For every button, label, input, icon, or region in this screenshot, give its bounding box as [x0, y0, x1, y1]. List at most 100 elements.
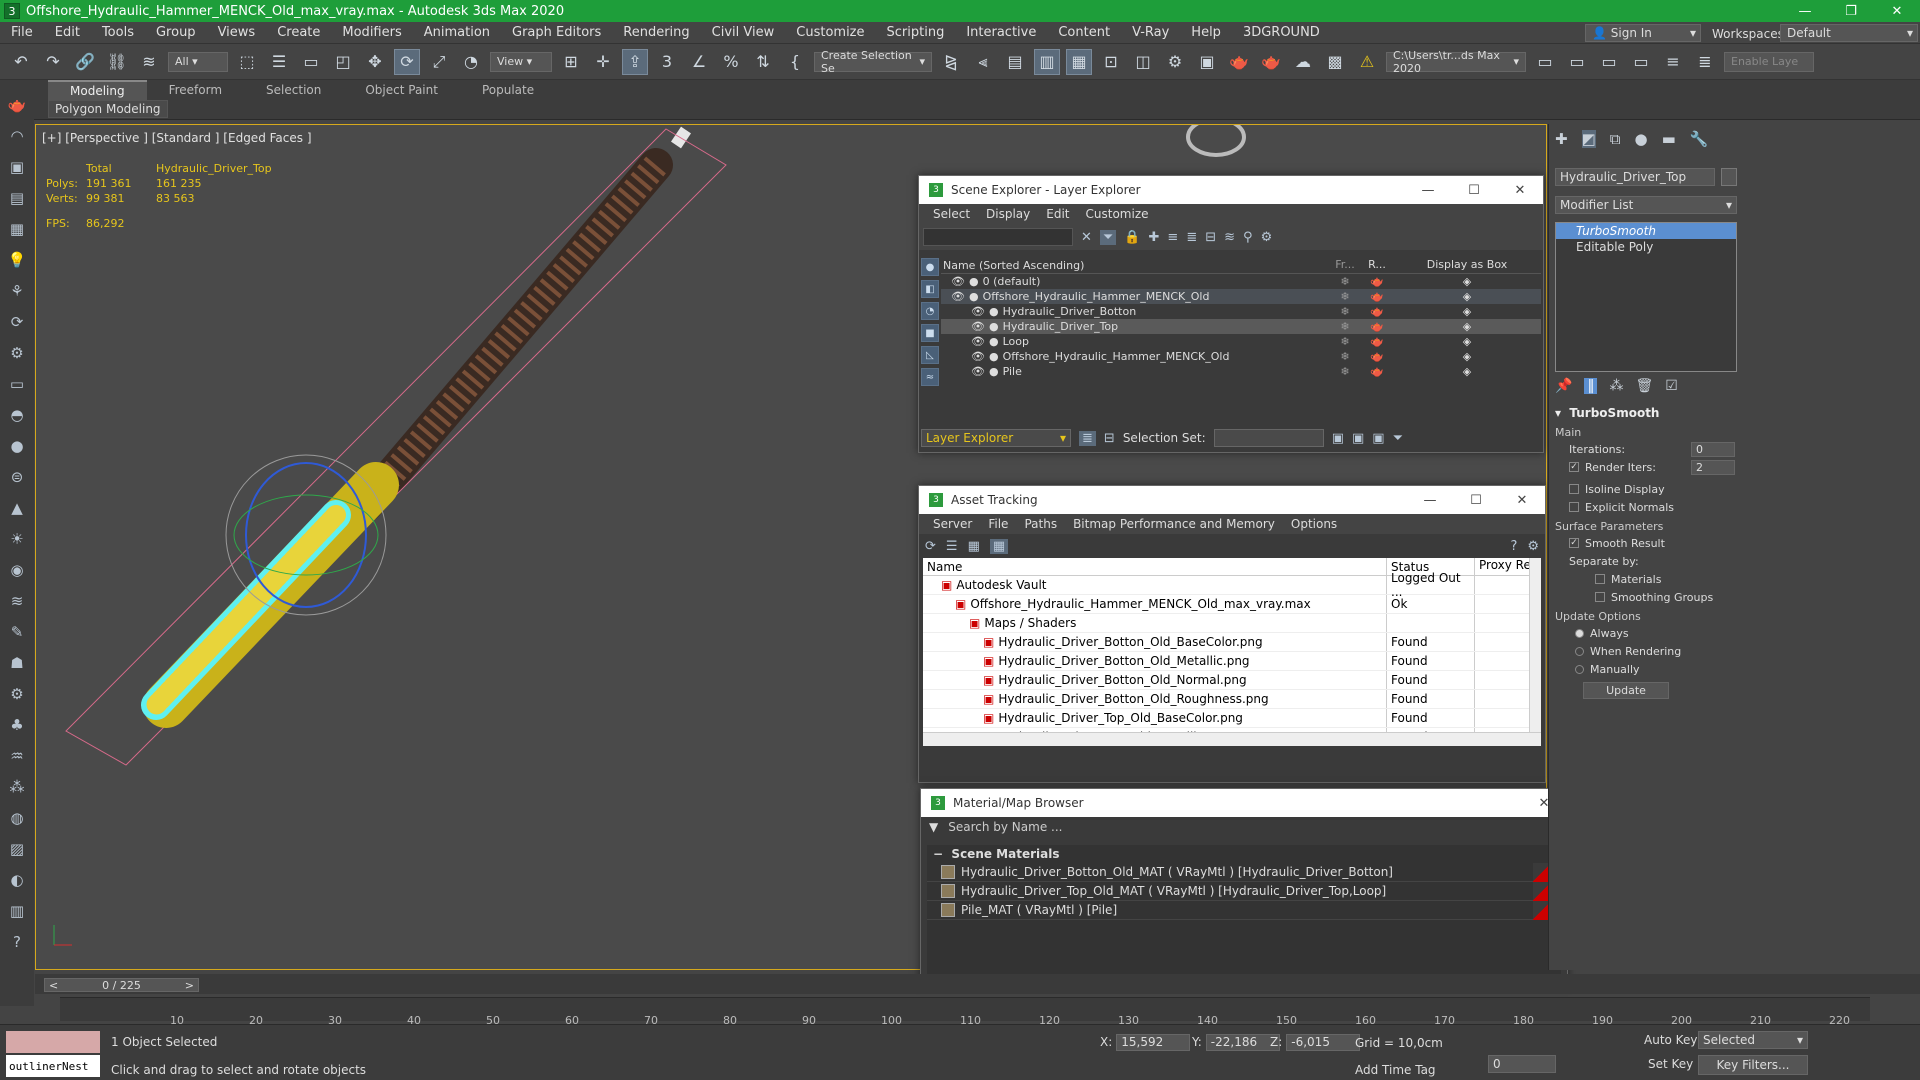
- window-menu-select[interactable]: Select: [925, 207, 978, 221]
- lock-icon[interactable]: 🔒: [1124, 230, 1140, 245]
- unlink-icon[interactable]: ⛓: [104, 49, 130, 75]
- window-menu-options[interactable]: Options: [1283, 517, 1345, 531]
- cameras-icon[interactable]: ■: [921, 324, 939, 342]
- material-item[interactable]: Hydraulic_Driver_Botton_Old_MAT ( VRayMt…: [927, 863, 1561, 882]
- grid-helper-icon[interactable]: ≋: [4, 588, 30, 613]
- layer-row[interactable]: 👁 ● Offshore_Hydraulic_Hammer_MENCK_Old ❄ 🫖 ◈: [941, 349, 1541, 364]
- render-icon[interactable]: 🫖: [1361, 365, 1393, 378]
- close-button[interactable]: ✕: [1497, 183, 1543, 198]
- asset-row[interactable]: ▣ Maps / Shaders: [923, 614, 1541, 633]
- ribbon-tab-populate[interactable]: Populate: [460, 80, 556, 100]
- window-menu-bitmap-performance-and-memory[interactable]: Bitmap Performance and Memory: [1065, 517, 1283, 531]
- light-icon[interactable]: ▣: [4, 154, 30, 179]
- horizontal-scrollbar[interactable]: [923, 732, 1541, 746]
- hierarchy-mode-icon[interactable]: ⊟: [1104, 431, 1115, 446]
- asset-row[interactable]: ▣ Hydraulic_Driver_Botton_Old_Normal.png F…: [923, 671, 1541, 690]
- lights-icon[interactable]: ◔: [921, 302, 939, 320]
- dome-icon[interactable]: ◓: [4, 402, 30, 427]
- render-icon[interactable]: 🫖: [1361, 305, 1393, 318]
- header-frozen[interactable]: Fr...: [1329, 258, 1361, 273]
- freeze-icon[interactable]: ❄: [1329, 275, 1361, 288]
- render-icon[interactable]: 🫖: [1361, 350, 1393, 363]
- motion-tab-icon[interactable]: ●: [1634, 130, 1647, 148]
- box-icon[interactable]: ▭: [4, 371, 30, 396]
- rect-selection-icon[interactable]: ▭: [298, 49, 324, 75]
- helper-icon[interactable]: ▦: [4, 216, 30, 241]
- geometry-icon[interactable]: ◧: [921, 280, 939, 298]
- manually-radio[interactable]: [1575, 664, 1584, 674]
- x-field[interactable]: 15,592: [1116, 1033, 1191, 1051]
- layers-stack-icon[interactable]: ≣: [1186, 230, 1197, 245]
- stack-icon[interactable]: ≡: [1660, 49, 1686, 75]
- smoothing-groups-checkbox[interactable]: [1595, 592, 1605, 602]
- selection-set-dropdown[interactable]: [1213, 429, 1324, 447]
- menu-v-ray[interactable]: V-Ray: [1121, 25, 1180, 40]
- selection-filter-dropdown[interactable]: All ▾: [168, 51, 228, 72]
- cone-icon[interactable]: ▲: [4, 495, 30, 520]
- list-view-icon[interactable]: ☰: [946, 539, 958, 554]
- biped-icon[interactable]: ☗: [4, 650, 30, 675]
- help-icon[interactable]: ?: [1510, 539, 1517, 554]
- configure-sets-icon[interactable]: ☑: [1665, 378, 1678, 394]
- ribbon-tab-object-paint[interactable]: Object Paint: [343, 80, 460, 100]
- asset-row[interactable]: ▣ Hydraulic_Driver_Botton_Old_BaseColor.p…: [923, 633, 1541, 652]
- z-field[interactable]: -6,015: [1286, 1033, 1361, 1051]
- header-name[interactable]: Name: [923, 558, 1387, 575]
- hierarchy-icon[interactable]: ⊟: [1205, 230, 1216, 245]
- chevron-down-icon[interactable]: ▼: [929, 820, 938, 834]
- explorer-type-dropdown[interactable]: Layer Explorer ▾: [921, 429, 1071, 447]
- project-folder-icon[interactable]: ▭: [1532, 49, 1558, 75]
- select-rotate-icon[interactable]: ⟳: [394, 48, 420, 75]
- asset-row[interactable]: ▣ Hydraulic_Driver_Top_Old_BaseColor.png F…: [923, 709, 1541, 728]
- key-filters-button[interactable]: Key Filters...: [1698, 1055, 1808, 1075]
- angle-snap-icon[interactable]: ∠: [686, 49, 712, 75]
- system-icon[interactable]: ⚙: [4, 340, 30, 365]
- maxscript-mini-field[interactable]: outlinerNest: [6, 1055, 100, 1077]
- ribbon-tab-freeform[interactable]: Freeform: [147, 80, 244, 100]
- asset-row[interactable]: ▣ Hydraulic_Driver_Botton_Old_Roughness.p…: [923, 690, 1541, 709]
- render-cloud-icon[interactable]: ☁: [1290, 49, 1316, 75]
- refresh-icon[interactable]: ⟳: [925, 539, 936, 554]
- vertical-scrollbar[interactable]: [1529, 558, 1541, 732]
- close-button[interactable]: ✕: [1874, 0, 1920, 22]
- ribbon-tab-modeling[interactable]: Modeling: [48, 80, 147, 100]
- spinner-snap-icon[interactable]: ⇅: [750, 49, 776, 75]
- clear-search-icon[interactable]: ✕: [1081, 230, 1092, 245]
- isoline-checkbox[interactable]: [1569, 484, 1579, 494]
- select-object-icon[interactable]: ⬚: [234, 49, 260, 75]
- add-to-layer-icon[interactable]: ≡: [1167, 230, 1178, 245]
- materials-checkbox[interactable]: [1595, 574, 1605, 584]
- thumbnail-icon[interactable]: ▦: [968, 539, 980, 554]
- render-icon[interactable]: 🫖: [1361, 335, 1393, 348]
- eye-icon[interactable]: 👁: [971, 335, 985, 348]
- named-selection-dropdown[interactable]: Create Selection Se ▾: [814, 49, 932, 75]
- asset-row[interactable]: ▣ Offshore_Hydraulic_Hammer_MENCK_Old_max…: [923, 595, 1541, 614]
- menu-civil-view[interactable]: Civil View: [701, 25, 786, 40]
- auto-key-button[interactable]: Auto Key: [1644, 1033, 1697, 1047]
- window-menu-edit[interactable]: Edit: [1038, 207, 1077, 221]
- edit-named-selection-icon[interactable]: {: [782, 49, 808, 75]
- object-color-swatch[interactable]: [1721, 168, 1737, 186]
- layer-row[interactable]: 👁 ● Offshore_Hydraulic_Hammer_MENCK_Old ❄ 🫖 ◈: [941, 289, 1541, 304]
- globe-icon[interactable]: ◍: [4, 805, 30, 830]
- sphere-gold-icon[interactable]: ◉: [4, 557, 30, 582]
- menu-edit[interactable]: Edit: [44, 25, 91, 40]
- layer-mode-icon[interactable]: ≣: [1079, 430, 1096, 446]
- menu-help[interactable]: Help: [1180, 25, 1232, 40]
- render-elements-icon[interactable]: ▨: [4, 836, 30, 861]
- camera-icon[interactable]: ▤: [4, 185, 30, 210]
- display-tab-icon[interactable]: ▬: [1662, 130, 1676, 148]
- teapot-icon[interactable]: 🫖: [4, 92, 30, 117]
- smooth-result-checkbox[interactable]: ✓: [1569, 538, 1579, 548]
- layer-manager-icon[interactable]: ▭: [1628, 49, 1654, 75]
- display-box-icon[interactable]: ◈: [1393, 320, 1541, 333]
- display-box-icon[interactable]: ◈: [1393, 305, 1541, 318]
- window-menu-server[interactable]: Server: [925, 517, 980, 531]
- layer-row[interactable]: 👁 ● Loop ❄ 🫖 ◈: [941, 334, 1541, 349]
- current-frame-field[interactable]: 0: [1488, 1055, 1556, 1073]
- remove-modifier-icon[interactable]: 🗑: [1635, 378, 1653, 394]
- close-button[interactable]: ✕: [1499, 493, 1545, 508]
- keyboard-shortcut-icon[interactable]: ⇪: [622, 48, 648, 75]
- shape-icon[interactable]: ◠: [4, 123, 30, 148]
- select-scale-icon[interactable]: ⤢: [426, 49, 452, 75]
